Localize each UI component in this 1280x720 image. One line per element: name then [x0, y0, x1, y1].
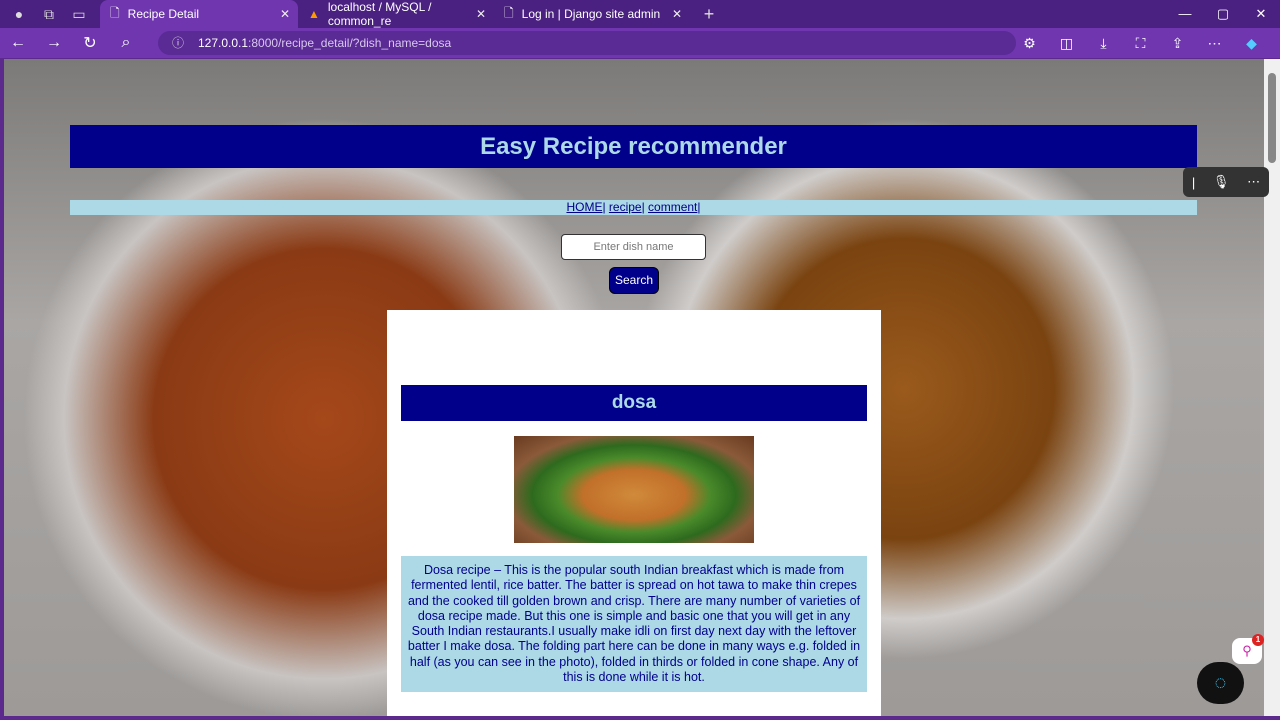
more-icon[interactable]: ⋯ [1247, 174, 1260, 190]
search-icon[interactable]: ⌕ [108, 34, 144, 52]
close-icon[interactable]: ✕ [672, 7, 682, 21]
downloads-icon[interactable]: ⤓ [1085, 28, 1122, 58]
more-icon[interactable]: ⋯ [1196, 28, 1233, 58]
chat-button[interactable]: ◌ [1197, 662, 1244, 704]
notification-count: 1 [1252, 634, 1264, 646]
dish-description: Dosa recipe – This is the popular south … [401, 556, 867, 692]
scrollbar-thumb[interactable] [1268, 73, 1276, 163]
page-icon: 🗋 [110, 5, 120, 20]
page-title: Easy Recipe recommender [70, 125, 1197, 168]
microphone-icon[interactable]: 🎙 [1213, 174, 1230, 190]
minimize-icon[interactable]: — [1166, 0, 1204, 28]
voice-toolbar: | 🎙 ⋯ [1183, 167, 1269, 197]
screenshot-icon[interactable]: ⛶ [1122, 28, 1159, 58]
pin-icon: ⚲ [1242, 643, 1252, 658]
scrollbar[interactable] [1264, 59, 1280, 716]
maximize-icon[interactable]: ▢ [1204, 0, 1242, 28]
nav-home[interactable]: HOME [566, 200, 602, 214]
phpmyadmin-icon: ▲ [308, 7, 320, 21]
extensions-icon[interactable]: ⚙ [1011, 28, 1048, 58]
search-button[interactable]: Search [609, 267, 659, 294]
refresh-icon[interactable]: ↻ [72, 33, 108, 53]
page-viewport: Easy Recipe recommender HOME| recipe| co… [4, 59, 1264, 716]
copilot-icon[interactable]: ◆ [1233, 28, 1270, 58]
nav-menu: HOME| recipe| comment| [70, 200, 1197, 215]
chat-icon: ◌ [1214, 671, 1227, 694]
dish-search-input[interactable]: Enter dish name [561, 234, 706, 260]
split-screen-icon[interactable]: ◫ [1048, 28, 1085, 58]
url-input[interactable]: ⓘ 127.0.0.1:8000/recipe_detail/?dish_name… [158, 31, 1016, 55]
tab-actions-icon[interactable]: ▭ [68, 3, 90, 25]
share-icon[interactable]: ⇪ [1159, 28, 1196, 58]
info-icon[interactable]: ⓘ [172, 31, 184, 55]
tab-django-admin[interactable]: 🗋 Log in | Django site admin ✕ [494, 0, 690, 28]
page-icon: 🗋 [504, 5, 514, 20]
dish-title: dosa [401, 385, 867, 421]
new-tab-icon[interactable]: + [698, 3, 720, 25]
dish-image [514, 436, 754, 543]
nav-comment[interactable]: comment [648, 200, 697, 214]
tab-recipe-detail[interactable]: 🗋 Recipe Detail ✕ [100, 0, 298, 28]
tab-bar: ● ⧉ ▭ 🗋 Recipe Detail ✕ ▲ localhost / MySQL… [0, 0, 1280, 28]
nav-recipe[interactable]: recipe [609, 200, 642, 214]
forward-icon[interactable]: → [36, 34, 72, 52]
recipe-card: dosa Dosa recipe – This is the popular s… [387, 310, 881, 716]
tab-phpmyadmin[interactable]: ▲ localhost / MySQL / common_re ✕ [298, 0, 494, 28]
drag-handle-icon[interactable]: | [1192, 175, 1195, 190]
back-icon[interactable]: ← [0, 34, 36, 52]
close-icon[interactable]: ✕ [280, 7, 290, 21]
close-icon[interactable]: ✕ [476, 7, 486, 21]
close-window-icon[interactable]: ✕ [1242, 0, 1280, 28]
workspaces-icon[interactable]: ⧉ [38, 3, 60, 25]
notification-widget[interactable]: ⚲ 1 [1232, 634, 1264, 664]
profile-icon[interactable]: ● [8, 3, 30, 25]
address-bar-row: ← → ↻ ⌕ ⓘ 127.0.0.1:8000/recipe_detail/?d… [0, 28, 1280, 58]
